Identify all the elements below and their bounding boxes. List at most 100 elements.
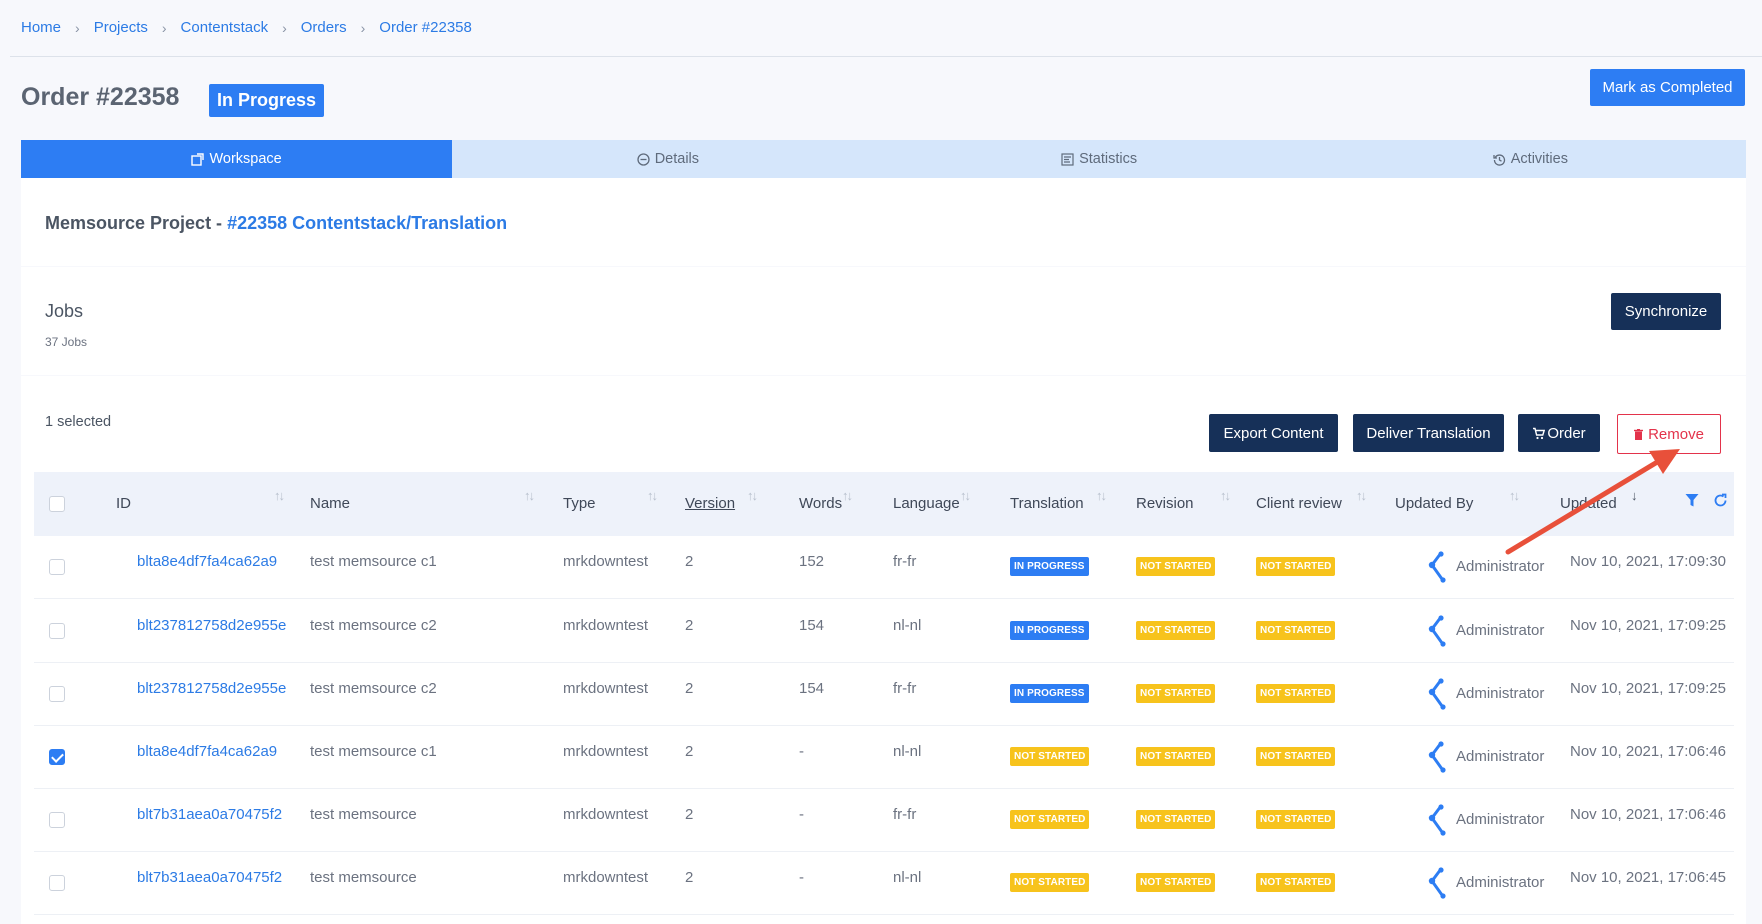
mark-completed-button[interactable]: Mark as Completed — [1590, 69, 1745, 106]
column-header-type[interactable]: Type — [563, 495, 596, 512]
row-checkbox[interactable] — [49, 559, 65, 575]
order-button[interactable]: Order — [1518, 414, 1600, 452]
sort-icon[interactable]: ↑↓ — [1096, 488, 1107, 503]
job-id-link[interactable]: blt7b31aea0a70475f2 — [137, 869, 282, 886]
column-header-updated-by[interactable]: Updated By — [1395, 495, 1473, 512]
filter-icon[interactable] — [1685, 493, 1699, 513]
updated-date: Nov 10, 2021, 17:09:25 — [1570, 680, 1726, 697]
breadcrumb-orders[interactable]: Orders — [301, 19, 347, 36]
updated-by: Administrator — [1456, 685, 1545, 702]
table-row[interactable]: blt7b31aea0a70475f2 test memsource mrkdown… — [34, 789, 1734, 852]
table-row[interactable]: blt237812758d2e955e test memsource c2 mrkd… — [34, 663, 1734, 726]
sort-icon[interactable]: ↑↓ — [747, 488, 758, 503]
sort-descending-icon[interactable]: ↓ — [1631, 488, 1637, 503]
status-badge: NOT STARTED — [1010, 810, 1090, 829]
tab-bar: Workspace Details Statistics Activities — [21, 140, 1746, 178]
trash-icon — [1634, 428, 1644, 440]
status-badge: NOT STARTED — [1256, 747, 1336, 766]
sort-icon[interactable]: ↑↓ — [960, 488, 971, 503]
tab-label: Statistics — [1079, 151, 1138, 167]
statistics-icon — [1061, 152, 1074, 166]
job-type: mrkdowntest — [563, 743, 649, 760]
tab-activities[interactable]: Activities — [1315, 140, 1746, 178]
table-row[interactable]: blt7b31aea0a70475f2 test memsource mrkdown… — [34, 852, 1734, 915]
status-badge: IN PROGRESS — [1010, 684, 1089, 703]
project-prefix: Memsource Project - — [45, 213, 228, 233]
status-badge: IN PROGRESS — [1010, 557, 1089, 576]
tab-workspace[interactable]: Workspace — [21, 140, 453, 178]
job-type: mrkdowntest — [563, 617, 649, 634]
user-avatar-icon — [1426, 615, 1452, 647]
breadcrumb-order[interactable]: Order #22358 — [379, 19, 472, 36]
job-id-link[interactable]: blt237812758d2e955e — [137, 617, 286, 634]
sort-icon[interactable]: ↑↓ — [1220, 488, 1231, 503]
column-header-words[interactable]: Words — [799, 495, 842, 512]
synchronize-button[interactable]: Synchronize — [1611, 293, 1721, 330]
page-title: Order #22358 — [21, 83, 180, 111]
column-header-name[interactable]: Name — [310, 495, 350, 512]
jobs-panel: Jobs 37 Jobs Synchronize — [21, 267, 1746, 375]
sort-icon[interactable]: ↑↓ — [842, 488, 853, 503]
column-header-updated[interactable]: Updated — [1560, 495, 1617, 512]
column-header-client-review[interactable]: Client review — [1256, 495, 1342, 512]
sort-icon[interactable]: ↑↓ — [274, 488, 285, 503]
column-header-version[interactable]: Version — [685, 495, 735, 512]
deliver-translation-button[interactable]: Deliver Translation — [1353, 414, 1504, 452]
job-type: mrkdowntest — [563, 869, 649, 886]
job-id-link[interactable]: blt237812758d2e955e — [137, 680, 286, 697]
jobs-table-panel: 1 selected Export Content Deliver Transl… — [21, 376, 1746, 924]
row-checkbox[interactable] — [49, 623, 65, 639]
job-words: - — [799, 806, 804, 823]
jobs-count: 37 Jobs — [45, 335, 88, 349]
column-header-id[interactable]: ID — [116, 495, 131, 512]
sort-icon[interactable]: ↑↓ — [524, 488, 535, 503]
user-avatar-icon — [1426, 804, 1452, 836]
job-id-link[interactable]: blta8e4df7fa4ca62a9 — [137, 743, 277, 760]
row-checkbox[interactable] — [49, 686, 65, 702]
updated-date: Nov 10, 2021, 17:09:30 — [1570, 553, 1726, 570]
job-words: - — [799, 743, 804, 760]
column-header-translation[interactable]: Translation — [1010, 495, 1084, 512]
project-link[interactable]: #22358 Contentstack/Translation — [227, 213, 507, 233]
user-avatar-icon — [1426, 741, 1452, 773]
breadcrumb-contentstack[interactable]: Contentstack — [181, 19, 269, 36]
cart-icon — [1532, 427, 1546, 440]
select-all-checkbox[interactable] — [49, 496, 65, 512]
sort-icon[interactable]: ↑↓ — [647, 488, 658, 503]
remove-button[interactable]: Remove — [1617, 414, 1721, 454]
tab-details[interactable]: Details — [452, 140, 883, 178]
sort-icon[interactable]: ↑↓ — [1356, 488, 1367, 503]
updated-date: Nov 10, 2021, 17:06:46 — [1570, 806, 1726, 823]
breadcrumb-projects[interactable]: Projects — [94, 19, 148, 36]
row-checkbox[interactable] — [49, 749, 65, 765]
breadcrumb-home[interactable]: Home — [21, 19, 61, 36]
table-row[interactable]: blta8e4df7fa4ca62a9 test memsource c1 mrkd… — [34, 726, 1734, 789]
tab-statistics[interactable]: Statistics — [884, 140, 1315, 178]
row-checkbox[interactable] — [49, 812, 65, 828]
job-words: - — [799, 869, 804, 886]
tab-label: Activities — [1510, 151, 1568, 167]
status-badge: NOT STARTED — [1256, 621, 1336, 640]
export-content-button[interactable]: Export Content — [1209, 414, 1338, 452]
chevron-right-icon: › — [360, 19, 366, 36]
refresh-icon[interactable] — [1713, 493, 1728, 513]
column-header-revision[interactable]: Revision — [1136, 495, 1194, 512]
job-words: 152 — [799, 553, 825, 570]
updated-by: Administrator — [1456, 874, 1545, 891]
job-version: 2 — [685, 680, 694, 697]
column-header-language[interactable]: Language — [893, 495, 960, 512]
status-badge: In Progress — [209, 84, 325, 117]
table-row[interactable]: blt237812758d2e955e test memsource c2 mrkd… — [34, 600, 1734, 663]
updated-by: Administrator — [1456, 811, 1545, 828]
job-name: test memsource c2 — [310, 680, 437, 697]
sort-icon[interactable]: ↑↓ — [1509, 488, 1520, 503]
job-id-link[interactable]: blt7b31aea0a70475f2 — [137, 806, 282, 823]
status-badge: NOT STARTED — [1136, 557, 1216, 576]
table-row[interactable]: blta8e4df7fa4ca62a9 test memsource c1 mrkd… — [34, 536, 1734, 599]
status-badge: NOT STARTED — [1256, 684, 1336, 703]
job-name: test memsource — [310, 806, 417, 823]
job-version: 2 — [685, 743, 694, 760]
updated-date: Nov 10, 2021, 17:09:25 — [1570, 617, 1726, 634]
job-id-link[interactable]: blta8e4df7fa4ca62a9 — [137, 553, 277, 570]
row-checkbox[interactable] — [49, 875, 65, 891]
